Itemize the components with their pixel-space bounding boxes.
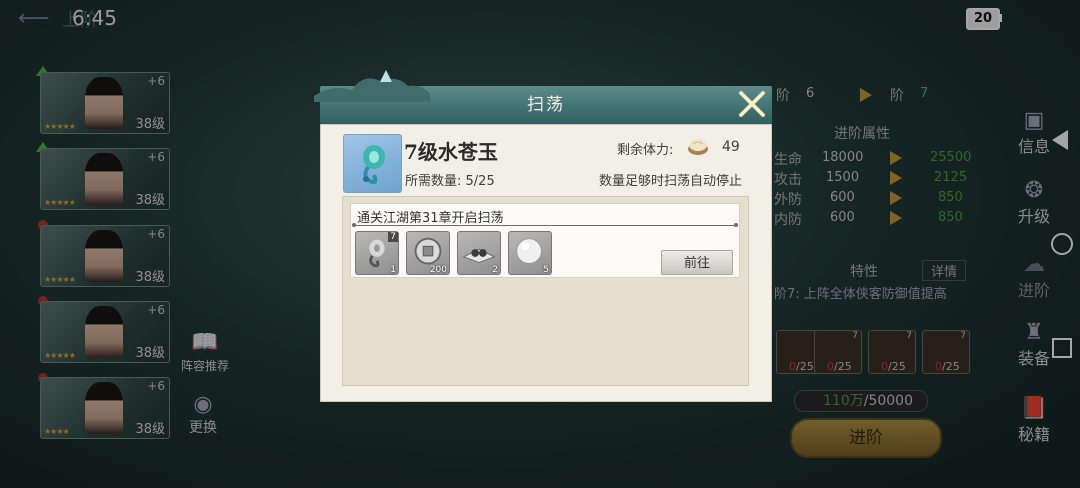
reward-count: 2 <box>492 265 498 275</box>
close-icon[interactable] <box>736 88 768 120</box>
jade-pendant-icon <box>343 134 402 193</box>
reward-count: 200 <box>429 265 447 275</box>
stage-unlock-text: 通关江湖第31章开启扫荡 <box>357 211 504 226</box>
reward-item[interactable]: 200 <box>406 231 450 275</box>
reward-count: 1 <box>390 265 396 275</box>
stamina-value: 49 <box>722 139 740 155</box>
divider-dot <box>352 223 356 227</box>
stamina-label: 剩余体力: <box>617 143 674 158</box>
reward-level: 7 <box>388 232 398 242</box>
item-name: 7级水苍玉 <box>404 140 498 164</box>
required-label: 所需数量: <box>405 174 462 189</box>
required-quantity: 所需数量: 5/25 <box>405 170 495 189</box>
reward-item[interactable]: 2 <box>457 231 501 275</box>
reward-item[interactable]: 5 <box>508 231 552 275</box>
dialog-title: 扫荡 <box>527 95 565 115</box>
auto-stop-hint: 数量足够时扫荡自动停止 <box>599 174 743 189</box>
required-value: 5/25 <box>465 174 495 189</box>
reward-item[interactable]: 7 1 <box>355 231 399 275</box>
bun-icon <box>688 139 708 155</box>
divider <box>354 225 736 226</box>
divider-dot <box>734 223 738 227</box>
goto-button[interactable]: 前往 <box>661 250 733 275</box>
reward-count: 5 <box>543 265 549 275</box>
